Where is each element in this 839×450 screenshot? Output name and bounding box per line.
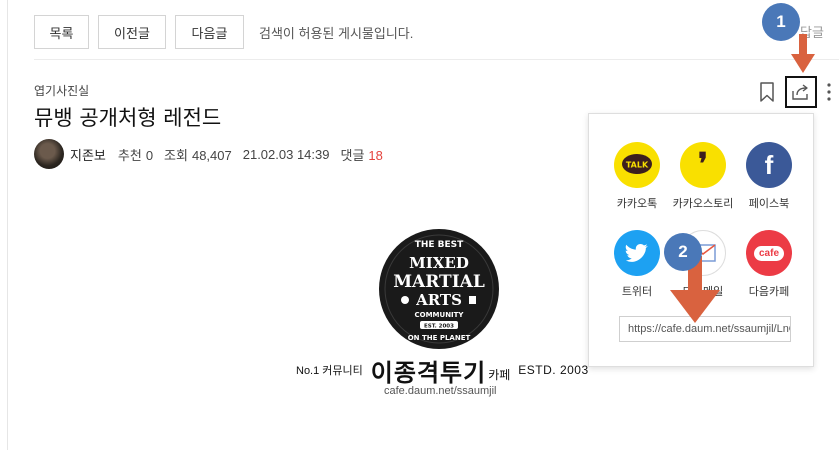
previous-post-button[interactable]: 이전글 [98, 15, 166, 49]
list-button[interactable]: 목록 [34, 15, 89, 49]
recommend-stat: 추천 0 [118, 145, 153, 164]
logo-no1-text: No.1 커뮤니티 [296, 365, 363, 377]
daum-cafe-icon: cafe [746, 230, 792, 276]
comments-label: 댓글 [340, 147, 365, 163]
kakaotalk-icon: TALK [614, 142, 660, 188]
share-daum-cafe-label: 다음카페 [748, 286, 790, 298]
share-kakaotalk[interactable]: TALK 카카오톡 [604, 142, 670, 211]
emblem-line4: COMMUNITY [414, 311, 464, 319]
logo-cafe-text: 카페 [488, 367, 511, 382]
views-stat: 조회 48,407 [164, 145, 232, 164]
next-post-button[interactable]: 다음글 [175, 15, 244, 49]
emblem-line3: ARTS [415, 291, 462, 309]
post-meta: 지존보 추천 0 조회 48,407 21.02.03 14:39 댓글 18 [34, 139, 394, 169]
share-kakaostory[interactable]: ❜ 카카오스토리 [670, 142, 736, 211]
annotation-badge-2: 2 [664, 233, 702, 271]
share-popover: TALK 카카오톡 ❜ 카카오스토리 f 페이스북 트위터 다음메일 cafe … [588, 113, 814, 367]
toolbar-divider [34, 59, 839, 60]
share-facebook[interactable]: f 페이스북 [736, 142, 802, 211]
author-name[interactable]: 지존보 [70, 145, 106, 164]
logo-url-text: cafe.daum.net/ssaumjil [384, 385, 497, 397]
bookmark-icon[interactable] [758, 82, 776, 102]
mma-community-emblem: THE BEST MIXED MARTIAL ARTS COMMUNITY ES… [379, 229, 499, 349]
emblem-line2: MARTIAL [393, 272, 485, 292]
cafe-logo: No.1 커뮤니티 이종격투기 카페 ESTD. 2003 [296, 356, 589, 387]
emblem-line1: MIXED [409, 254, 469, 272]
views-label: 조회 [164, 147, 188, 163]
emblem-top-text: THE BEST [415, 240, 464, 250]
post-toolbar: 목록 이전글 다음글 검색이 허용된 게시물입니다. [34, 15, 413, 49]
logo-wordmark: 이종격투기 [370, 358, 487, 387]
share-twitter-label: 트위터 [621, 286, 653, 298]
recommend-label: 추천 [117, 147, 142, 163]
share-icon [792, 84, 808, 100]
logo-estd-text: ESTD. 2003 [518, 363, 589, 377]
svg-text:TALK: TALK [626, 161, 649, 170]
post-title: 뮤뱅 공개처형 레전드 [34, 106, 222, 130]
emblem-band-text: EST. 2003 [424, 324, 454, 330]
comments-count: 18 [368, 147, 383, 163]
share-twitter[interactable]: 트위터 [604, 230, 670, 299]
annotation-arrow-1-icon [791, 34, 815, 73]
kakaostory-icon: ❜ [680, 142, 726, 188]
share-kakaotalk-label: 카카오톡 [616, 198, 658, 210]
author-avatar[interactable] [34, 139, 64, 169]
search-allowed-notice: 검색이 허용된 게시물입니다. [259, 25, 414, 41]
post-category[interactable]: 엽기사진실 [34, 82, 89, 99]
recommend-count: 0 [145, 147, 154, 163]
facebook-icon: f [746, 142, 792, 188]
emblem-bottom-text: ON THE PLANET [408, 334, 471, 342]
page-left-border [7, 0, 8, 450]
share-button[interactable] [785, 76, 817, 108]
comments-stat[interactable]: 댓글 18 [340, 145, 382, 164]
post-date: 21.02.03 14:39 [242, 146, 330, 162]
twitter-icon [614, 230, 660, 276]
share-daum-cafe[interactable]: cafe 다음카페 [736, 230, 802, 299]
share-facebook-label: 페이스북 [748, 198, 790, 210]
more-options-icon[interactable] [826, 82, 832, 102]
share-kakaostory-label: 카카오스토리 [672, 198, 734, 210]
views-count: 48,407 [191, 147, 232, 163]
